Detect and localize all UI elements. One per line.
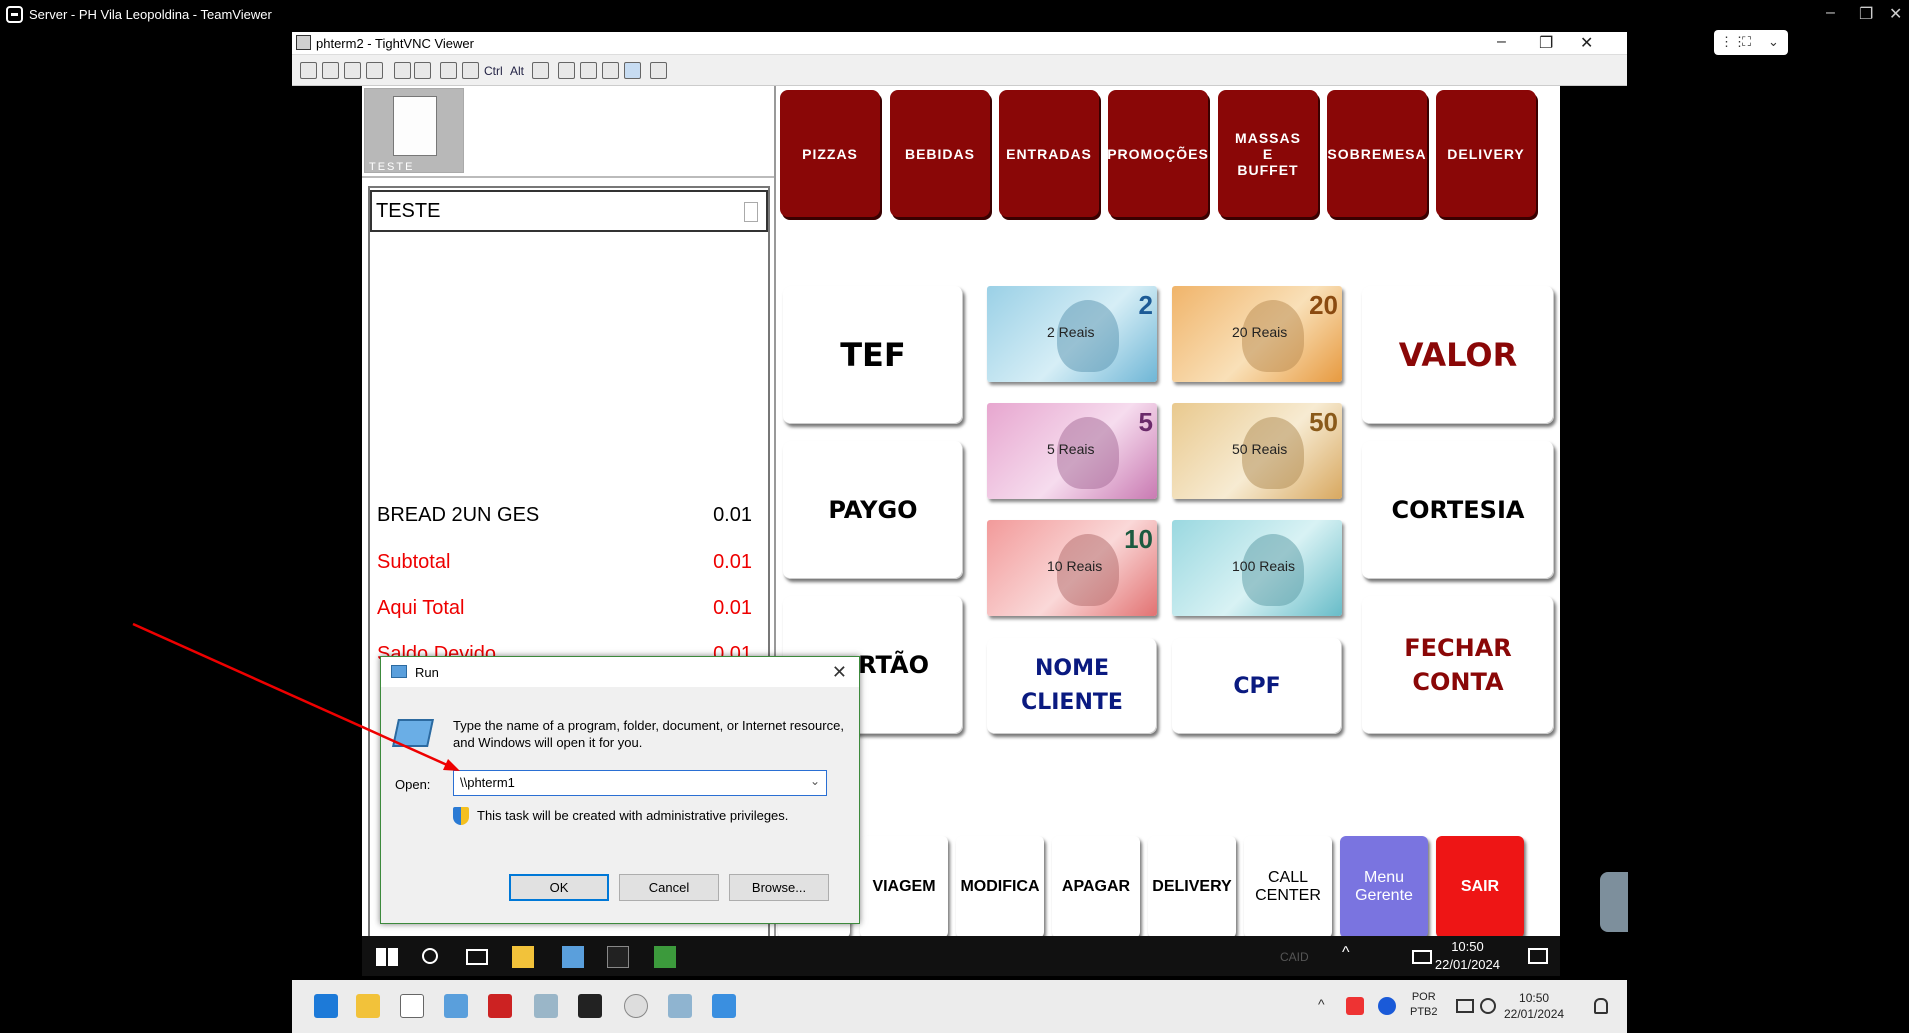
local-clock[interactable]: 10:50 22/01/2024 [1504, 990, 1564, 1022]
tightvnc-icon[interactable] [400, 994, 424, 1018]
run-app-icon[interactable] [444, 994, 468, 1018]
terminal-icon[interactable] [578, 994, 602, 1018]
language-indicator[interactable]: POR PTB2 [1410, 990, 1438, 1020]
local-date: 22/01/2024 [1504, 1007, 1565, 1021]
teamviewer-tray-icon[interactable] [1378, 997, 1396, 1015]
clock-app-icon[interactable] [624, 994, 648, 1018]
local-time: 10:50 [1519, 991, 1550, 1005]
notepad-icon[interactable] [712, 994, 736, 1018]
network-icon[interactable] [534, 994, 558, 1018]
network-status-icon[interactable] [1456, 999, 1474, 1013]
antivirus-icon[interactable] [1346, 997, 1364, 1015]
file-explorer-icon[interactable] [356, 994, 380, 1018]
volume-icon[interactable] [1480, 998, 1496, 1014]
chevron-up-icon[interactable]: ^ [1318, 996, 1325, 1012]
local-taskbar: ^ POR PTB2 10:50 22/01/2024 [292, 980, 1627, 1033]
settings-app-icon[interactable] [668, 994, 692, 1018]
notification-bell-icon[interactable] [1594, 998, 1608, 1014]
toolbox-icon[interactable] [488, 994, 512, 1018]
keyboard-layout: PTB2 [1410, 1006, 1438, 1018]
stage: { "teamviewer": { "title": "Server - PH … [0, 0, 1909, 1033]
windows-start-icon[interactable] [314, 994, 338, 1018]
teamviewer-side-tab[interactable] [1600, 872, 1628, 932]
language-code: POR [1411, 991, 1436, 1003]
